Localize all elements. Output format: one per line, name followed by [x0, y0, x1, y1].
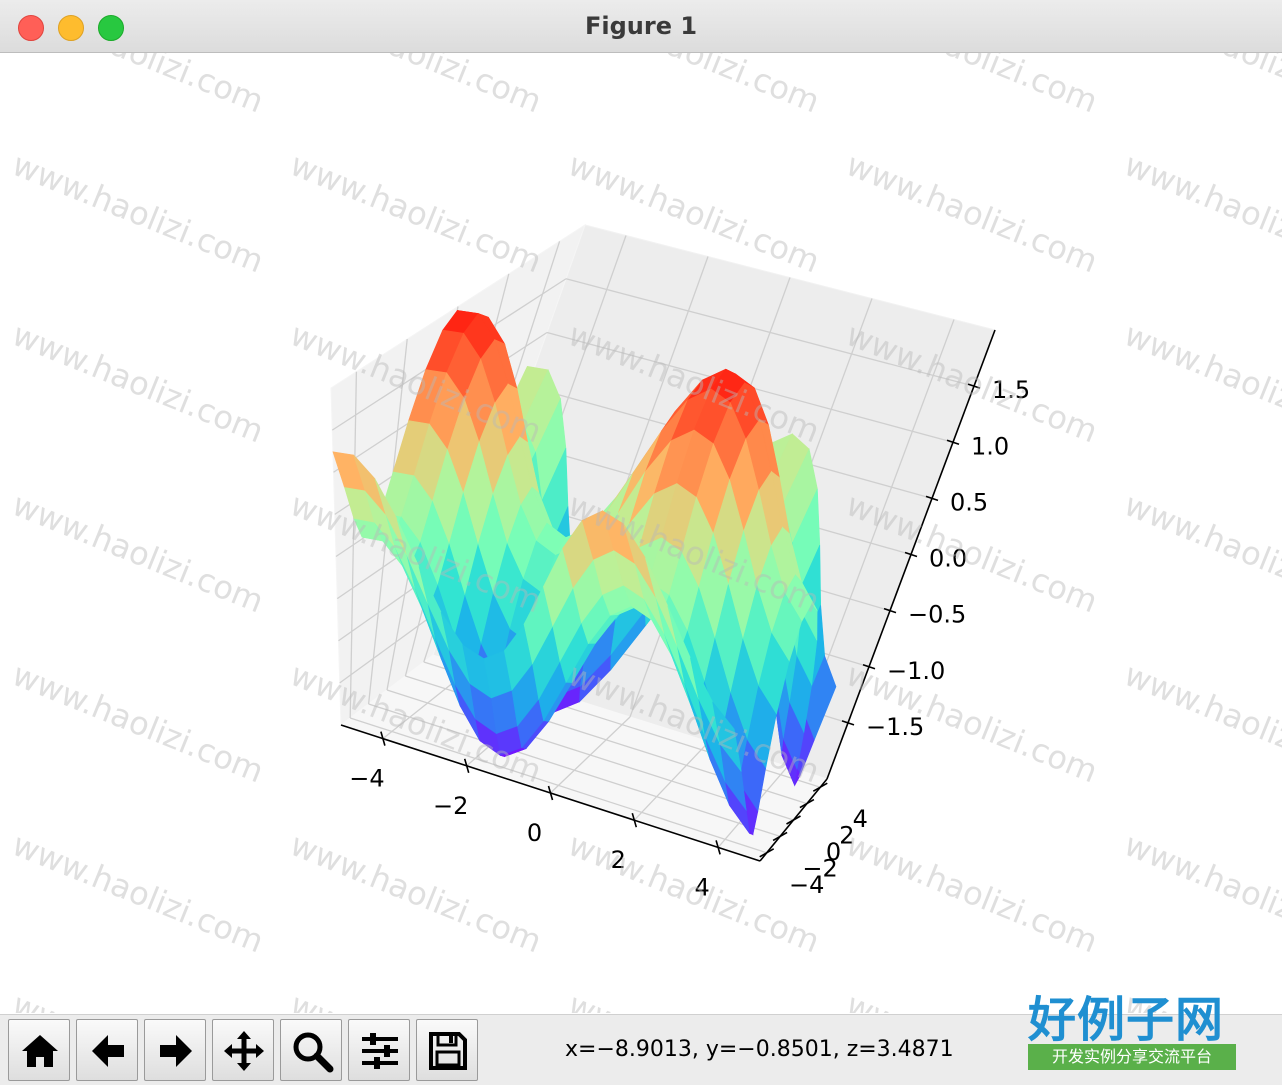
z-tick-label: −0.5 [908, 601, 966, 629]
floppy-disk-icon [429, 1032, 467, 1070]
site-logo: 好例子网 开发实例分享交流平台 [1026, 980, 1238, 1076]
z-tick-label: 0.5 [950, 488, 988, 516]
watermark-text: www.haolizi.com [285, 53, 547, 121]
watermark-text: www.haolizi.com [7, 825, 269, 960]
watermark-text: www.haolizi.com [1119, 485, 1282, 620]
forward-button[interactable] [144, 1019, 206, 1081]
watermark-text: www.haolizi.com [1119, 655, 1282, 790]
window-title: Figure 1 [584, 12, 698, 40]
window-titlebar: Figure 1 [0, 0, 1282, 53]
cursor-coordinates: x=−8.9013, y=−0.8501, z=3.4871 [565, 1037, 954, 1062]
watermark-text: www.haolizi.com [1119, 145, 1282, 280]
watermark-text: www.haolizi.com [841, 145, 1103, 280]
watermark-text: www.haolizi.com [285, 825, 547, 960]
pan-button[interactable] [212, 1019, 274, 1081]
x-tick-label: −2 [433, 792, 468, 820]
home-icon [22, 1035, 58, 1067]
watermark-text: www.haolizi.com [563, 985, 825, 1013]
magnifier-icon [293, 1032, 334, 1073]
arrow-right-icon [160, 1035, 192, 1067]
watermark-text: www.haolizi.com [1119, 315, 1282, 450]
watermark-text: www.haolizi.com [1119, 53, 1282, 121]
watermark-text: www.haolizi.com [7, 485, 269, 620]
plot-svg[interactable]: −4−4−2−2002244−1.5−1.0−0.50.00.51.01.5 w… [0, 53, 1282, 1013]
sliders-icon [362, 1033, 398, 1069]
home-button[interactable] [8, 1019, 70, 1081]
z-tick-label: 1.0 [971, 432, 1009, 460]
back-button[interactable] [76, 1019, 138, 1081]
x-tick-label: −4 [349, 765, 384, 793]
watermark-text: www.haolizi.com [563, 825, 825, 960]
watermark-text: www.haolizi.com [7, 655, 269, 790]
watermark-text: www.haolizi.com [7, 145, 269, 280]
zoom-button[interactable] [280, 1019, 342, 1081]
watermark-text: www.haolizi.com [285, 145, 547, 280]
arrow-left-icon [92, 1035, 124, 1067]
figure-canvas[interactable]: −4 −4 −2 −2 0 0 2 2 4 4 −1.5 −1.0 −0.5 0.0 0.5 1.0 1.5 w… [0, 53, 1282, 1013]
configure-subplots-button[interactable] [348, 1019, 410, 1081]
watermark-text: www.haolizi.com [841, 825, 1103, 960]
logo-sub-text: 开发实例分享交流平台 [1028, 1044, 1236, 1070]
logo-main-text: 好例子网 [1028, 992, 1225, 1048]
watermark-text: www.haolizi.com [285, 985, 547, 1013]
move-icon [224, 1031, 264, 1071]
watermark-text: www.haolizi.com [7, 53, 269, 121]
x-tick-label: 0 [527, 819, 542, 847]
watermark-text: www.haolizi.com [1119, 825, 1282, 960]
watermark-text: www.haolizi.com [7, 985, 269, 1013]
watermark-layer: www.haolizi.com www.haolizi.com www.haoliz… [7, 53, 1282, 1013]
watermark-text: www.haolizi.com [7, 315, 269, 450]
watermark-text: www.haolizi.com [841, 53, 1103, 121]
watermark-text: www.haolizi.com [563, 53, 825, 121]
save-button[interactable] [416, 1019, 478, 1081]
